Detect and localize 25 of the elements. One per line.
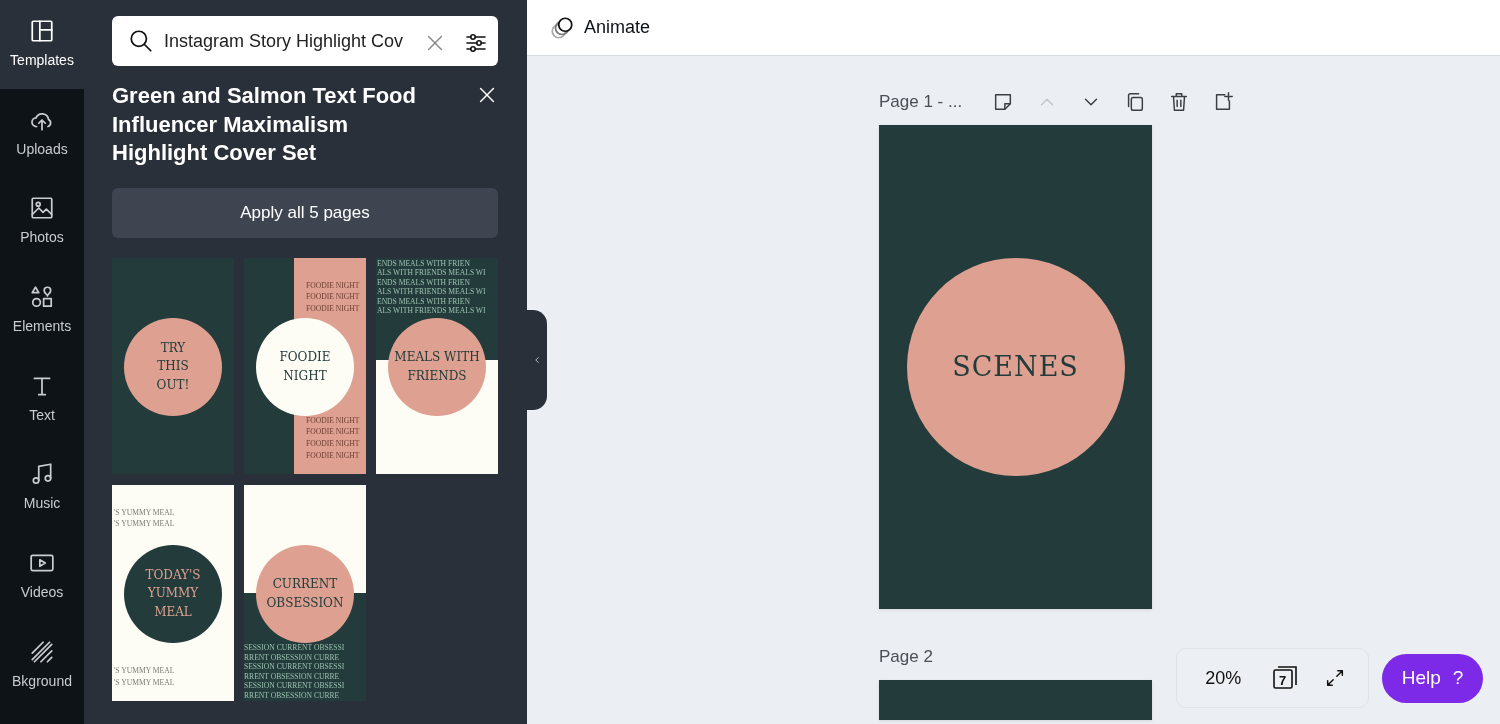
sidebar-item[interactable]: Videos [0,532,84,621]
page-label: Page 2 [879,646,934,669]
template-thumbnail[interactable]: TRY THIS OUT! [112,257,234,474]
sidebar-item[interactable]: Templates [0,0,84,89]
search-input[interactable]: Instagram Story Highlight Cov [164,27,414,55]
animate-button[interactable]: Animate [543,13,657,42]
sidebar-item[interactable]: Photos [0,177,84,267]
sidebar-item[interactable]: Music [0,443,84,533]
sidebar-item[interactable]: Uploads [0,88,84,178]
circle-label: FOODIE NIGHT [256,317,354,416]
sidebar-item[interactable]: Bkground [0,620,84,710]
design-page[interactable]: SCENES [879,125,1152,609]
help-button[interactable]: Help ? [1382,654,1483,703]
circle-label: TODAY'S YUMMY MEAL [124,544,222,643]
zoom-level-button[interactable]: 20% [1199,663,1248,693]
sidebar-item[interactable]: Elements [0,266,84,355]
circle-label: MEALS WITH FRIENDS [388,317,486,416]
page-label: Page 1 - ... [879,91,964,114]
sidebar-item[interactable]: Text [0,354,84,444]
circle-label: TRY THIS OUT! [124,317,222,416]
template-title: Green and Salmon Text Food Influencer Maximalism Highlight Cover Set [112,82,417,167]
circle-label: CURRENT OBSESSION [256,544,354,643]
search-field[interactable]: Instagram Story Highlight Cov [112,16,498,66]
apply-button[interactable]: Apply all 5 pages [112,187,498,238]
circle-text: SCENES [906,258,1125,476]
